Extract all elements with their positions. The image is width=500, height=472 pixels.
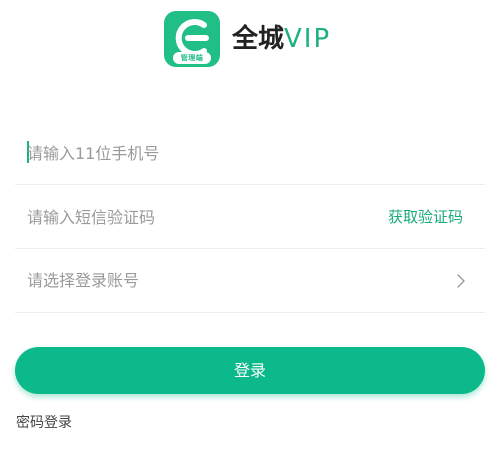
chevron-right-icon: [457, 274, 465, 288]
app-logo-icon: 管理端: [164, 11, 220, 67]
phone-row: [15, 122, 485, 185]
sms-code-input[interactable]: [27, 203, 357, 231]
phone-input[interactable]: [27, 139, 357, 167]
sms-code-row: 获取验证码: [15, 186, 485, 249]
brand-name: 全城VIP: [232, 21, 331, 57]
app-icon-badge: 管理端: [173, 52, 211, 64]
account-select-row[interactable]: 请选择登录账号: [15, 250, 485, 313]
brand-name-cn: 全城: [232, 24, 285, 54]
account-select-placeholder: 请选择登录账号: [27, 271, 140, 290]
get-code-button[interactable]: 获取验证码: [388, 204, 463, 230]
brand-header: 管理端 全城VIP: [0, 0, 500, 90]
brand-name-vip: VIP: [284, 24, 332, 54]
login-button[interactable]: 登录: [15, 347, 485, 394]
login-page: 管理端 全城VIP 获取验证码 请选择登录账号 登录 密码登录: [0, 0, 500, 472]
password-login-link[interactable]: 密码登录: [16, 412, 72, 434]
